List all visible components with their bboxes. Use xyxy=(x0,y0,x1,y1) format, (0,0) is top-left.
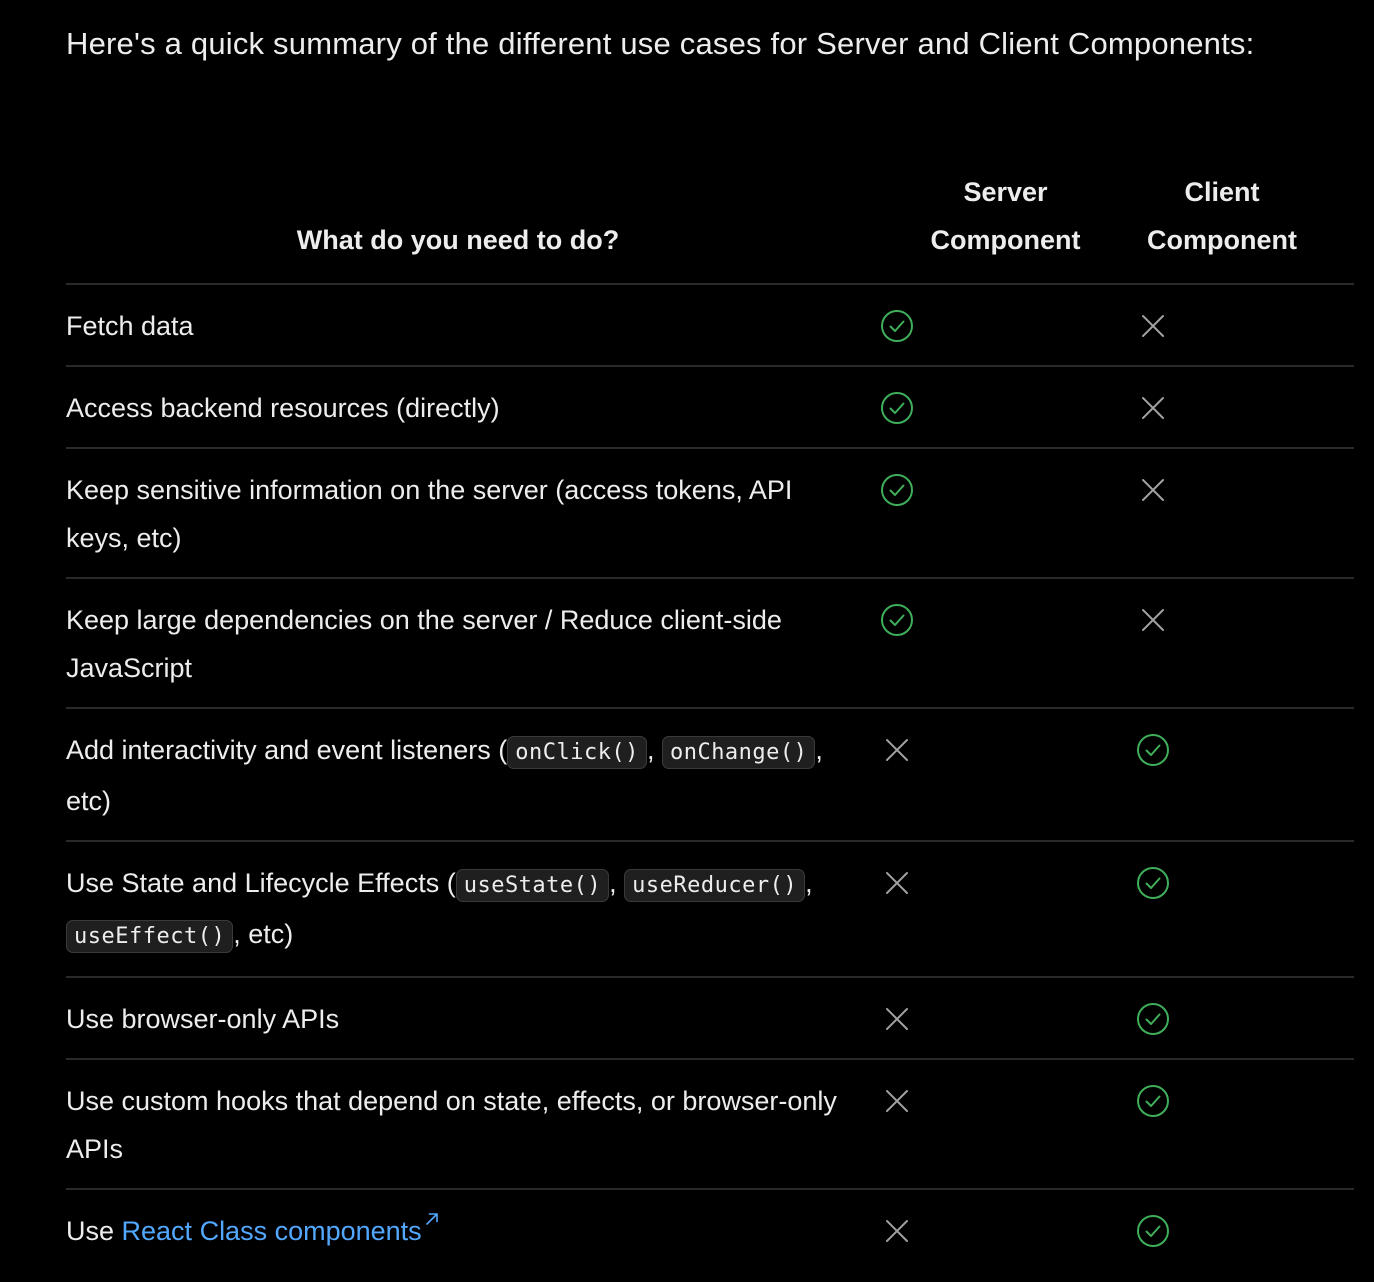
table-row: Add interactivity and event listeners (o… xyxy=(66,708,1354,842)
header-need-label: What do you need to do? xyxy=(296,225,620,255)
need-cell: Keep sensitive information on the server… xyxy=(66,448,866,579)
check-circle-icon xyxy=(1136,866,1170,900)
need-text: , xyxy=(609,868,625,898)
server-component-cell xyxy=(866,1059,1119,1190)
table-row: Fetch data xyxy=(66,284,1354,367)
need-text: Keep sensitive information on the server… xyxy=(66,475,793,553)
table-body: Fetch data Access backend resources (dire… xyxy=(66,284,1354,1270)
inline-code: useEffect() xyxy=(66,920,234,953)
client-component-cell xyxy=(1119,366,1354,449)
check-circle-icon xyxy=(880,391,914,425)
header-client-component: Client Component xyxy=(1119,168,1354,285)
inline-code: useReducer() xyxy=(624,869,806,902)
intro-text: Here's a quick summary of the different … xyxy=(66,26,1255,61)
server-component-cell xyxy=(866,578,1119,709)
header-server-line1: Server xyxy=(963,177,1048,207)
check-circle-icon xyxy=(1136,1084,1170,1118)
need-text: , etc) xyxy=(233,919,294,949)
check-circle-icon xyxy=(880,603,914,637)
need-cell: Use custom hooks that depend on state, e… xyxy=(66,1059,866,1190)
server-component-cell xyxy=(866,284,1119,367)
need-text: Keep large dependencies on the server / … xyxy=(66,605,782,683)
external-link-icon xyxy=(422,1213,439,1246)
server-component-cell xyxy=(866,366,1119,449)
client-component-cell xyxy=(1119,708,1354,842)
table-row: Use custom hooks that depend on state, e… xyxy=(66,1059,1354,1190)
check-circle-icon xyxy=(880,473,914,507)
inline-code: onClick() xyxy=(507,736,647,769)
table-row: Use browser-only APIs xyxy=(66,977,1354,1060)
check-circle-icon xyxy=(880,309,914,343)
client-component-cell xyxy=(1119,578,1354,709)
table-row: Access backend resources (directly) xyxy=(66,366,1354,449)
table-row: Use React Class components xyxy=(66,1189,1354,1270)
need-text: Fetch data xyxy=(66,311,194,341)
need-text: Use custom hooks that depend on state, e… xyxy=(66,1086,837,1164)
server-component-cell xyxy=(866,1189,1119,1270)
table-row: Keep large dependencies on the server / … xyxy=(66,578,1354,709)
client-component-cell xyxy=(1119,841,1354,978)
server-component-cell xyxy=(866,708,1119,842)
cross-icon xyxy=(880,866,914,900)
need-cell: Access backend resources (directly) xyxy=(66,366,866,449)
table-row: Use State and Lifecycle Effects (useStat… xyxy=(66,841,1354,978)
need-text: , xyxy=(646,735,662,765)
client-component-cell xyxy=(1119,1059,1354,1190)
cross-icon xyxy=(1136,391,1170,425)
cross-icon xyxy=(880,1002,914,1036)
header-client-line1: Client xyxy=(1184,177,1260,207)
need-cell: Keep large dependencies on the server / … xyxy=(66,578,866,709)
react-class-components-link[interactable]: React Class components xyxy=(121,1213,439,1246)
cross-icon xyxy=(1136,309,1170,343)
need-cell: Fetch data xyxy=(66,284,866,367)
need-text: Use State and Lifecycle Effects ( xyxy=(66,868,456,898)
inline-code: onChange() xyxy=(661,736,816,769)
need-text: Add interactivity and event listeners ( xyxy=(66,735,508,765)
server-component-cell xyxy=(866,448,1119,579)
header-need: What do you need to do? xyxy=(66,168,866,285)
use-cases-table: What do you need to do? Server Component… xyxy=(66,168,1354,1270)
need-text: Use browser-only APIs xyxy=(66,1004,340,1034)
cross-icon xyxy=(880,1214,914,1248)
cross-icon xyxy=(1136,603,1170,637)
need-cell: Use State and Lifecycle Effects (useStat… xyxy=(66,841,866,978)
header-server-line2: Component xyxy=(930,225,1081,255)
table-row: Keep sensitive information on the server… xyxy=(66,448,1354,579)
check-circle-icon xyxy=(1136,1214,1170,1248)
cross-icon xyxy=(1136,473,1170,507)
need-text: , xyxy=(805,868,813,898)
check-circle-icon xyxy=(1136,733,1170,767)
need-text: Access backend resources (directly) xyxy=(66,393,500,423)
need-cell: Use React Class components xyxy=(66,1189,866,1270)
inline-code: useState() xyxy=(455,869,610,902)
client-component-cell xyxy=(1119,1189,1354,1270)
server-component-cell xyxy=(866,841,1119,978)
check-circle-icon xyxy=(1136,1002,1170,1036)
header-client-line2: Component xyxy=(1147,225,1297,255)
server-component-cell xyxy=(866,977,1119,1060)
table-header-row: What do you need to do? Server Component… xyxy=(66,168,1354,285)
client-component-cell xyxy=(1119,284,1354,367)
need-text: Use xyxy=(66,1216,122,1246)
cross-icon xyxy=(880,733,914,767)
client-component-cell xyxy=(1119,448,1354,579)
link-label: React Class components xyxy=(121,1216,422,1246)
client-component-cell xyxy=(1119,977,1354,1060)
header-server-component: Server Component xyxy=(866,168,1119,285)
need-cell: Use browser-only APIs xyxy=(66,977,866,1060)
need-cell: Add interactivity and event listeners (o… xyxy=(66,708,866,842)
cross-icon xyxy=(880,1084,914,1118)
